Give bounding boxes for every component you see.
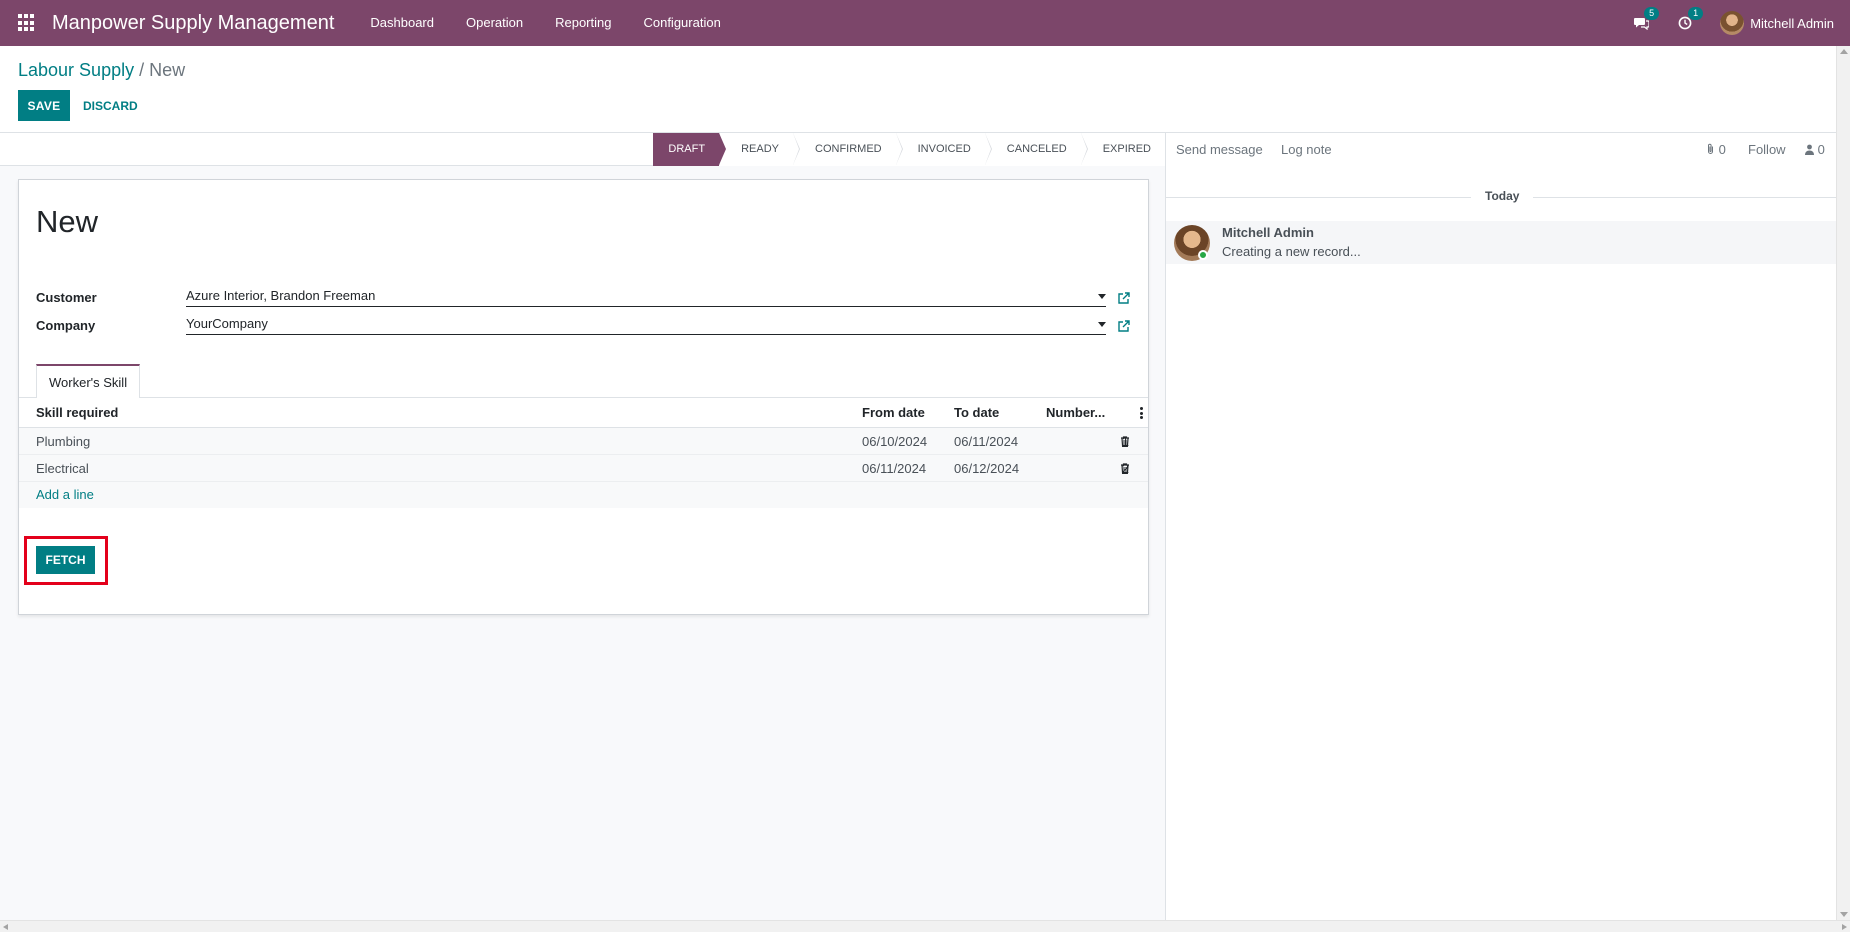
table-row[interactable]: Electrical 06/11/2024 06/12/2024 2 [19, 455, 1148, 482]
add-line-row: Add a line [19, 482, 1148, 508]
trash-icon[interactable] [1120, 436, 1130, 447]
external-link-icon[interactable] [1117, 292, 1130, 305]
header-skill-required[interactable]: Skill required [36, 398, 118, 428]
vertical-scrollbar[interactable] [1836, 46, 1850, 920]
menu-operation[interactable]: Operation [450, 0, 539, 46]
app-title[interactable]: Manpower Supply Management [52, 12, 334, 35]
scroll-right-icon[interactable] [1842, 924, 1847, 930]
cell-from-date: 06/10/2024 [862, 434, 928, 449]
company-label: Company [36, 318, 96, 333]
systray: 5 1 Mitchell Admin [1632, 0, 1850, 46]
control-panel: Labour Supply / New SAVE DISCARD [0, 46, 1836, 133]
activities-badge: 1 [1688, 7, 1704, 20]
send-message-button[interactable]: Send message [1176, 142, 1263, 157]
cell-number: 1 [1121, 434, 1129, 449]
attachments-count: 0 [1718, 142, 1726, 157]
status-bar: DRAFT READY CONFIRMED INVOICED CANCELED … [0, 133, 1165, 166]
log-note-button[interactable]: Log note [1281, 142, 1332, 157]
cell-from-date: 06/11/2024 [862, 461, 927, 476]
follow-button[interactable]: Follow [1748, 142, 1786, 157]
stage-expired[interactable]: EXPIRED [1080, 133, 1165, 166]
horizontal-scrollbar[interactable] [0, 920, 1850, 932]
stage-ready[interactable]: READY [719, 133, 800, 166]
chatter-topbar: Send message Log note 0 Follow 0 [1166, 133, 1837, 166]
followers-count: 0 [1817, 142, 1825, 157]
customer-value: Azure Interior, Brandon Freeman [186, 288, 376, 303]
fetch-button[interactable]: FETCH [36, 546, 95, 574]
table-row[interactable]: Plumbing 06/10/2024 06/11/2024 1 [19, 428, 1148, 455]
message-body: Creating a new record... [1222, 244, 1361, 259]
stage-canceled[interactable]: CANCELED [984, 133, 1088, 166]
chatter: Send message Log note 0 Follow 0 Today M… [1165, 133, 1837, 920]
chevron-down-icon[interactable] [1098, 322, 1106, 327]
form-view: DRAFT READY CONFIRMED INVOICED CANCELED … [0, 133, 1165, 920]
breadcrumb-current: New [149, 60, 186, 80]
optional-columns-icon[interactable] [1140, 407, 1143, 419]
header-from-date[interactable]: From date [862, 398, 925, 428]
messaging-menu[interactable]: 5 [1632, 7, 1660, 32]
external-link-icon[interactable] [1117, 320, 1130, 333]
table-header: Skill required From date To date Number.… [19, 398, 1148, 428]
tab-workers-skill[interactable]: Worker's Skill [36, 364, 141, 399]
save-button[interactable]: SAVE [18, 90, 70, 121]
add-a-line-link[interactable]: Add a line [36, 482, 94, 508]
trash-icon[interactable] [1120, 463, 1130, 474]
chevron-down-icon[interactable] [1098, 294, 1106, 299]
breadcrumb-labour-supply[interactable]: Labour Supply [18, 60, 134, 80]
form-sheet: New Customer Azure Interior, Brandon Fre… [18, 179, 1149, 615]
stage-pipeline: DRAFT READY CONFIRMED INVOICED CANCELED … [653, 133, 1165, 166]
cell-skill: Electrical [36, 461, 89, 476]
scroll-up-icon[interactable] [1840, 49, 1848, 54]
notebook-tabs: Worker's Skill [19, 364, 1148, 399]
menu-configuration[interactable]: Configuration [627, 0, 736, 46]
online-status-icon [1198, 250, 1208, 260]
cell-skill: Plumbing [36, 434, 91, 449]
record-title: New [36, 204, 99, 239]
stage-confirmed[interactable]: CONFIRMED [793, 133, 903, 166]
cell-to-date: 06/12/2024 [954, 461, 1020, 476]
followers-button[interactable]: 0 [1805, 142, 1825, 157]
skills-table: Skill required From date To date Number.… [19, 398, 1148, 508]
chatter-message: Mitchell Admin Creating a new record... [1166, 221, 1837, 264]
scroll-down-icon[interactable] [1840, 912, 1848, 917]
date-separator-label: Today [1471, 189, 1534, 203]
messages-badge: 5 [1644, 7, 1660, 20]
discard-button[interactable]: DISCARD [76, 90, 145, 121]
menu-dashboard[interactable]: Dashboard [354, 0, 450, 46]
company-field[interactable]: YourCompany [186, 313, 1106, 335]
cell-to-date: 06/11/2024 [954, 434, 1019, 449]
app-grid-icon[interactable] [18, 14, 36, 32]
attachments-button[interactable]: 0 [1706, 142, 1726, 157]
user-menu[interactable]: Mitchell Admin [1720, 11, 1834, 35]
message-author[interactable]: Mitchell Admin [1222, 225, 1314, 240]
stage-draft[interactable]: DRAFT [653, 133, 726, 166]
header-to-date[interactable]: To date [954, 398, 999, 428]
paperclip-icon [1708, 143, 1713, 154]
company-value: YourCompany [186, 316, 268, 331]
top-navbar: Manpower Supply Management Dashboard Ope… [0, 0, 1850, 46]
user-avatar [1720, 11, 1745, 35]
scroll-left-icon[interactable] [3, 924, 8, 930]
user-icon [1805, 144, 1814, 155]
breadcrumb-separator: / [139, 60, 145, 80]
customer-field[interactable]: Azure Interior, Brandon Freeman [186, 285, 1106, 307]
cell-number: 2 [1121, 461, 1129, 476]
activity-menu[interactable]: 1 [1676, 7, 1704, 32]
header-number[interactable]: Number... [1046, 398, 1105, 428]
user-name: Mitchell Admin [1750, 15, 1834, 31]
breadcrumb: Labour Supply / New [18, 60, 185, 81]
stage-invoiced[interactable]: INVOICED [895, 133, 992, 166]
customer-label: Customer [36, 290, 97, 305]
main-menu: Dashboard Operation Reporting Configurat… [354, 0, 736, 46]
menu-reporting[interactable]: Reporting [539, 0, 627, 46]
